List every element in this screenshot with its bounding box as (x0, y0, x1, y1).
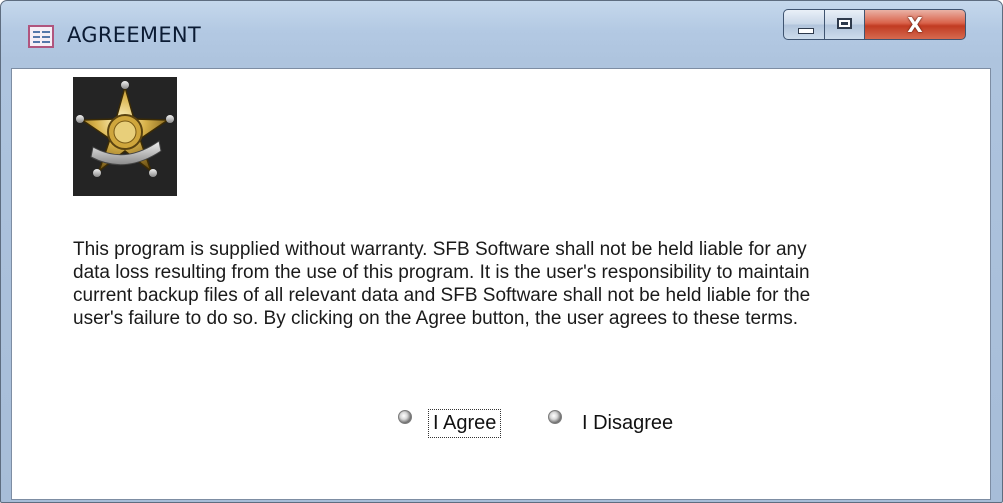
badge-graphic (73, 77, 177, 196)
maximize-icon (837, 18, 852, 29)
minimize-button[interactable] (783, 9, 825, 40)
form-icon[interactable] (28, 25, 54, 48)
agreement-window: AGREEMENT X This program is supplied wit… (0, 0, 1003, 503)
disagree-option[interactable]: I Disagree (548, 406, 677, 440)
title-bar[interactable]: AGREEMENT X (1, 1, 1002, 67)
close-icon: X (907, 12, 923, 37)
close-button[interactable]: X (864, 9, 966, 40)
sheriff-star-badge-icon (73, 77, 177, 196)
minimize-icon (798, 28, 814, 34)
dialog-content: This program is supplied without warrant… (11, 68, 991, 500)
terms-text: This program is supplied without warrant… (73, 238, 973, 330)
disagree-label[interactable]: I Disagree (578, 410, 677, 437)
maximize-button[interactable] (824, 9, 865, 40)
terms-line: data loss resulting from the use of this… (73, 262, 810, 283)
terms-line: This program is supplied without warrant… (73, 239, 807, 260)
window-title: AGREEMENT (67, 23, 202, 47)
agree-option[interactable]: I Agree (398, 406, 502, 440)
agree-label[interactable]: I Agree (428, 408, 502, 438)
terms-line: current backup files of all relevant dat… (73, 285, 811, 306)
agree-radio[interactable] (398, 410, 412, 424)
terms-line: user's failure to do so. By clicking on … (73, 308, 798, 329)
disagree-radio[interactable] (548, 410, 562, 424)
